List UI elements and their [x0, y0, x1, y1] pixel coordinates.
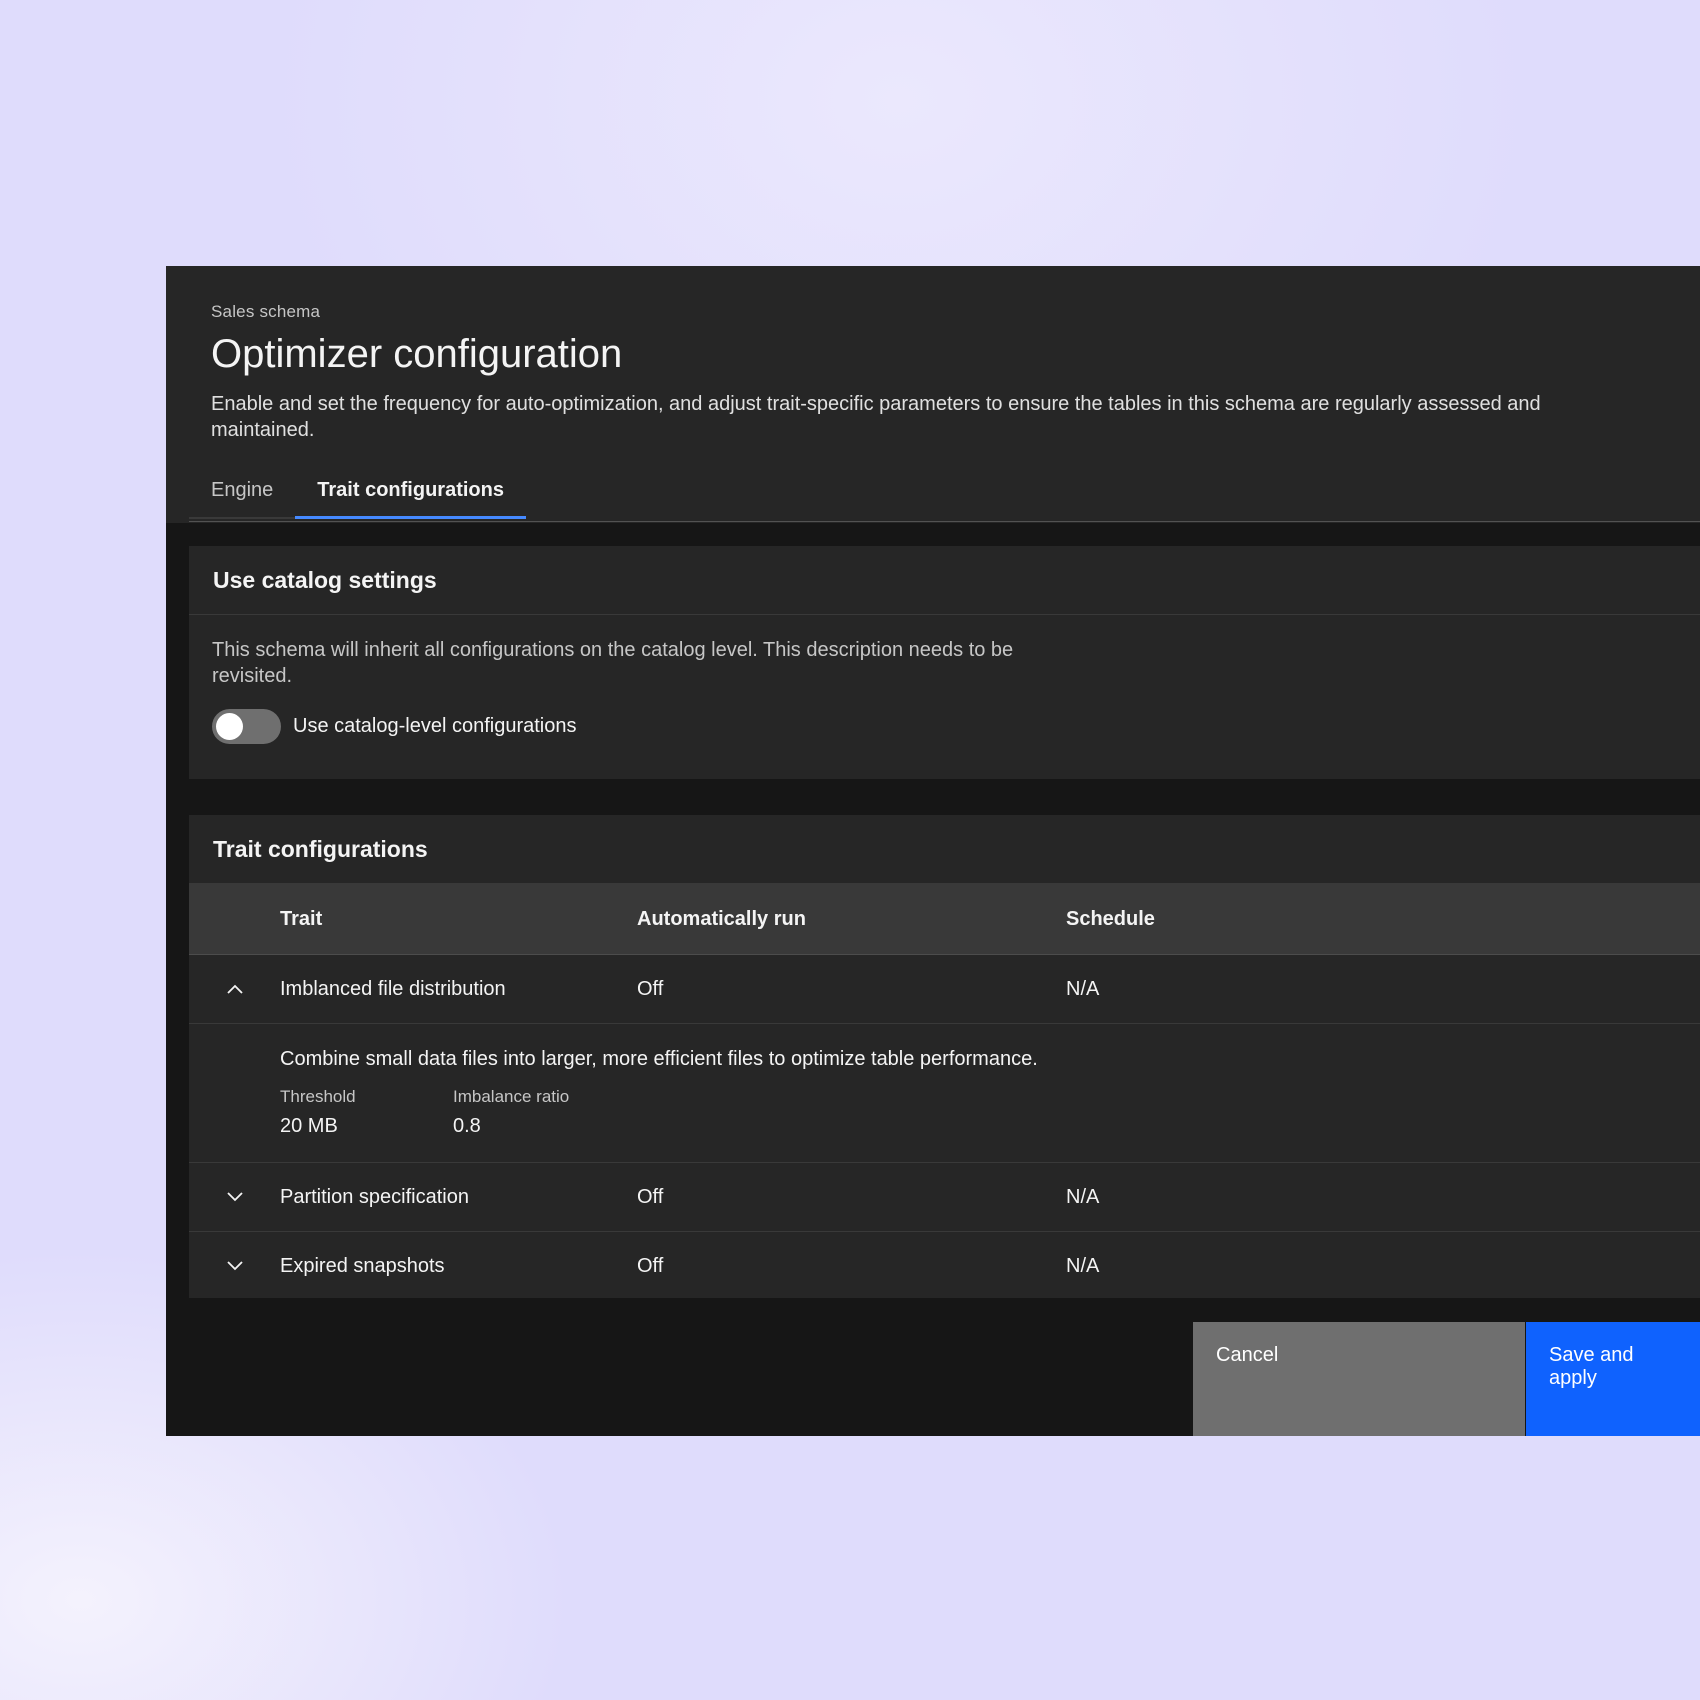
tab-trait-configurations[interactable]: Trait configurations — [295, 469, 526, 519]
trait-configurations-tile: Trait configurations Trait Automatically… — [189, 815, 1700, 1298]
catalog-settings-note: This schema will inherit all configurati… — [212, 639, 1014, 687]
catalog-config-toggle[interactable] — [212, 709, 281, 744]
table-header-row: Trait Automatically run Schedule — [189, 884, 1700, 955]
catalog-settings-heading: Use catalog settings — [189, 546, 1700, 615]
table-row[interactable]: Expired snapshots Off N/A — [189, 1232, 1700, 1300]
expand-cell — [189, 1256, 280, 1276]
imbalance-ratio-value: 0.8 — [453, 1115, 481, 1137]
expanded-row-detail: Combine small data files into larger, mo… — [189, 1024, 1700, 1163]
trait-name: Expired snapshots — [280, 1254, 445, 1277]
table-row[interactable]: Partition specification Off N/A — [189, 1163, 1700, 1232]
tab-engine[interactable]: Engine — [189, 469, 296, 519]
cancel-button[interactable]: Cancel — [1193, 1322, 1525, 1436]
catalog-settings-tile: Use catalog settings This schema will in… — [189, 546, 1700, 779]
trait-configurations-heading: Trait configurations — [189, 815, 1700, 884]
imbalance-ratio-field: Imbalance ratio 0.8 — [453, 1087, 626, 1138]
chevron-down-icon[interactable] — [225, 1187, 245, 1207]
trait-name: Imblanced file distribution — [280, 977, 506, 1000]
column-header-trait: Trait — [280, 907, 323, 930]
toggle-knob — [216, 713, 243, 740]
column-header-schedule: Schedule — [1066, 907, 1155, 930]
schedule-value: N/A — [1066, 977, 1100, 1000]
trait-parameters: Threshold 20 MB Imbalance ratio 0.8 — [280, 1087, 1700, 1138]
trait-name: Partition specification — [280, 1185, 469, 1208]
tab-list: Engine Trait configurations — [189, 469, 1700, 522]
catalog-toggle-row: Use catalog-level configurations — [212, 709, 1700, 744]
threshold-label: Threshold — [280, 1087, 356, 1106]
imbalance-ratio-label: Imbalance ratio — [453, 1087, 570, 1106]
modal-body: Use catalog settings This schema will in… — [166, 523, 1700, 1436]
modal-description: Enable and set the frequency for auto-op… — [211, 393, 1541, 441]
auto-run-value: Off — [637, 977, 664, 1000]
modal-title: Optimizer configuration — [211, 332, 623, 376]
modal-header: Sales schema Optimizer configuration Ena… — [166, 266, 1700, 522]
save-and-apply-button[interactable]: Save and apply — [1526, 1322, 1700, 1436]
auto-run-value: Off — [637, 1185, 664, 1208]
modal-footer: Cancel Save and apply — [166, 1322, 1700, 1436]
optimizer-modal: Sales schema Optimizer configuration Ena… — [166, 266, 1700, 1436]
threshold-field: Threshold 20 MB — [280, 1087, 453, 1138]
catalog-toggle-label: Use catalog-level configurations — [293, 715, 577, 737]
trait-description: Combine small data files into larger, mo… — [280, 1048, 1038, 1070]
schedule-value: N/A — [1066, 1254, 1100, 1277]
chevron-up-icon[interactable] — [225, 979, 245, 999]
schedule-value: N/A — [1066, 1185, 1100, 1208]
auto-run-value: Off — [637, 1254, 664, 1277]
chevron-down-icon[interactable] — [225, 1256, 245, 1276]
modal-eyebrow: Sales schema — [211, 302, 321, 321]
expand-cell — [189, 1187, 280, 1207]
threshold-value: 20 MB — [280, 1115, 338, 1137]
expand-cell — [189, 979, 280, 999]
table-row[interactable]: Imblanced file distribution Off N/A — [189, 955, 1700, 1024]
column-header-automatically-run: Automatically run — [637, 907, 806, 930]
